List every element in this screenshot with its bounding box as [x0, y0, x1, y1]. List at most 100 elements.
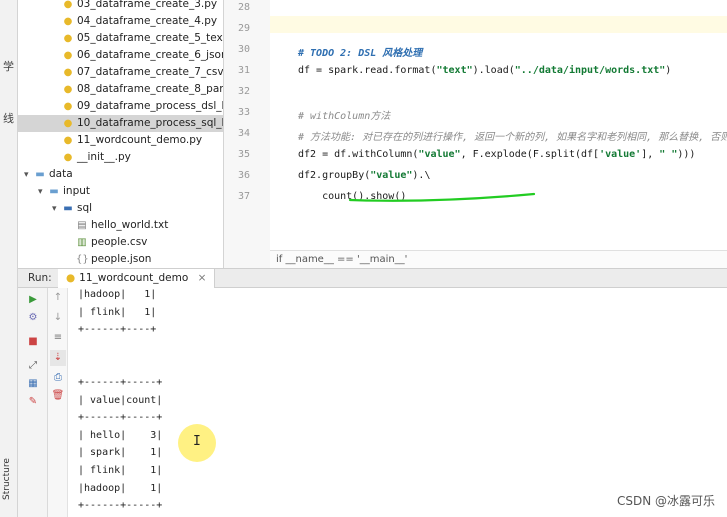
- python-file-icon: ●: [63, 152, 73, 163]
- tree-item[interactable]: ● 10_dataframe_process_sql_hello: [18, 115, 223, 132]
- tree-item[interactable]: {} people.json: [18, 251, 223, 268]
- line-number: 31: [237, 65, 250, 76]
- tree-item-label: 04_dataframe_create_4.py: [77, 15, 218, 27]
- console-line: +------+----+: [78, 324, 157, 336]
- tree-item[interactable]: ● 07_dataframe_create_7_csv.py: [18, 64, 223, 81]
- tree-item[interactable]: ● 09_dataframe_process_dsl_hello: [18, 98, 223, 115]
- tree-item-label: people.json: [91, 253, 152, 265]
- tree-item[interactable]: ● 11_wordcount_demo.py: [18, 132, 223, 149]
- console-line: +------+-----+: [78, 377, 163, 388]
- print-icon[interactable]: ⎙: [50, 370, 66, 386]
- python-file-icon: ●: [66, 272, 76, 284]
- tree-item-label: sql: [77, 202, 93, 214]
- console-line: +------+-----+: [78, 500, 163, 512]
- csv-file-icon: ▥: [77, 237, 87, 248]
- settings-icon[interactable]: ⚙: [25, 310, 41, 326]
- json-file-icon: {}: [76, 254, 89, 265]
- console-line: | flink| 1|: [78, 306, 157, 318]
- tree-item-label: 08_dataframe_create_8_parquet.: [77, 83, 224, 95]
- structure-tab-label: Structure: [2, 458, 12, 500]
- line-number: 29: [237, 23, 250, 34]
- scroll-down-icon[interactable]: ↓: [50, 310, 66, 326]
- console-line: | value|count|: [78, 394, 163, 406]
- console-line: | flink| 1|: [78, 465, 163, 476]
- console-line: |hadoop| 1|: [78, 482, 163, 494]
- left-strip-glyph: 学: [3, 60, 14, 73]
- stop-icon[interactable]: ■: [25, 334, 41, 350]
- rerun-icon[interactable]: ▶: [25, 292, 41, 308]
- tree-item[interactable]: ● 08_dataframe_create_8_parquet.: [18, 81, 224, 98]
- tree-item[interactable]: ● 05_dataframe_create_5_text.py: [18, 30, 223, 47]
- left-tool-strip: 学 线 Structure: [0, 0, 18, 517]
- trash-icon[interactable]: 🗑: [50, 388, 66, 404]
- scroll-up-icon[interactable]: ↑: [50, 290, 66, 306]
- run-tab-label: 11_wordcount_demo: [79, 272, 189, 284]
- line-number: 30: [237, 44, 250, 55]
- python-file-icon: ●: [63, 50, 73, 61]
- python-file-icon: ●: [63, 67, 73, 78]
- text-file-icon: ▤: [77, 220, 87, 231]
- tree-item-label: 03_dataframe_create_3.py: [77, 0, 218, 10]
- text-cursor-icon: I: [193, 434, 201, 449]
- green-annotation-stroke: [348, 192, 536, 202]
- tree-item[interactable]: ▤ hello_world.txt: [18, 217, 223, 234]
- structure-tool-tab[interactable]: Structure: [1, 440, 17, 510]
- python-file-icon: ●: [63, 16, 73, 27]
- console-line: | spark| 1|: [78, 447, 163, 459]
- run-toolbar: ▶ ⚙ ■ ⤢ ▦ ✎: [18, 288, 48, 517]
- project-tree: ● 03_dataframe_create_3.py ● 04_dataframe_c…: [18, 0, 224, 268]
- line-number: 34: [237, 128, 250, 139]
- code-line: # withColumn方法: [298, 111, 391, 122]
- package-icon: ▬: [63, 203, 73, 214]
- python-file-icon: ●: [63, 84, 73, 95]
- console-toolbar: ↑ ↓ ≡ ⇣ ⎙ 🗑: [48, 288, 68, 517]
- tree-item[interactable]: ▥ people.csv: [18, 234, 223, 251]
- python-file-icon: ●: [63, 33, 73, 44]
- line-number: 33: [237, 107, 250, 118]
- scroll-to-end-icon[interactable]: ⇣: [50, 350, 66, 366]
- run-console[interactable]: |hadoop| 1| | flink| 1| +------+----+ +----…: [68, 288, 727, 517]
- tree-item-label: __init__.py: [77, 151, 131, 163]
- run-label: Run:: [28, 272, 52, 284]
- python-file-icon: ●: [63, 0, 73, 10]
- restore-layout-icon[interactable]: ⤢: [25, 358, 41, 374]
- close-icon[interactable]: ×: [198, 272, 207, 284]
- tree-item-label: 11_wordcount_demo.py: [77, 134, 203, 146]
- chevron-down-icon[interactable]: ▾: [38, 184, 48, 201]
- folder-icon: ▬: [35, 169, 45, 180]
- tree-item[interactable]: ● 06_dataframe_create_6_json.py: [18, 47, 223, 64]
- tree-item[interactable]: ▾ ▬ input: [18, 183, 223, 201]
- code-line: # 方法功能: 对已存在的列进行操作, 返回一个新的列, 如果名字和老列相同, …: [298, 132, 727, 143]
- tree-item[interactable]: ● 04_dataframe_create_4.py: [18, 13, 223, 30]
- tree-item[interactable]: ▾ ▬ data: [18, 166, 223, 184]
- code-line: df2 = df.withColumn("value", F.explode(F…: [298, 149, 696, 160]
- layout-icon[interactable]: ▦: [25, 376, 41, 392]
- chevron-down-icon[interactable]: ▾: [52, 201, 62, 218]
- code-editor[interactable]: # TODO 2: DSL 风格处理 df = spark.read.format…: [270, 0, 727, 268]
- tree-item-label: people.csv: [91, 236, 148, 248]
- python-file-icon: ●: [63, 101, 73, 112]
- editor-breadcrumb[interactable]: if __name__ == '__main__': [270, 250, 727, 268]
- console-line: | hello| 3|: [78, 429, 163, 441]
- soft-wrap-icon[interactable]: ≡: [50, 330, 66, 346]
- tree-item-label: 09_dataframe_process_dsl_hello: [77, 100, 223, 112]
- folder-icon: ▬: [49, 186, 59, 197]
- tree-item-label: 06_dataframe_create_6_json.py: [77, 49, 223, 61]
- line-number: 36: [237, 170, 250, 181]
- tree-item[interactable]: ● 03_dataframe_create_3.py: [18, 0, 223, 13]
- editor-gutter: 28 29 30 31 32 33 34 35 36 37: [224, 0, 270, 268]
- line-number: 28: [237, 2, 250, 13]
- chevron-down-icon[interactable]: ▾: [24, 167, 34, 184]
- console-line: +------+-----+: [78, 412, 163, 424]
- tree-item-label: input: [63, 185, 91, 197]
- console-line: |hadoop| 1|: [78, 289, 157, 300]
- pin-icon[interactable]: ✎: [25, 394, 41, 410]
- code-line: df = spark.read.format("text").load("../…: [298, 65, 672, 76]
- tree-item[interactable]: ● __init__.py: [18, 149, 223, 166]
- run-panel-header: Run: ● 11_wordcount_demo ×: [18, 268, 727, 288]
- run-tab[interactable]: ● 11_wordcount_demo ×: [58, 269, 216, 288]
- tree-item-label: hello_world.txt: [91, 219, 169, 231]
- tree-item[interactable]: ▾ ▬ sql: [18, 200, 223, 218]
- tree-item-label: 05_dataframe_create_5_text.py: [77, 32, 223, 44]
- code-line: df2.groupBy("value").\: [298, 170, 431, 181]
